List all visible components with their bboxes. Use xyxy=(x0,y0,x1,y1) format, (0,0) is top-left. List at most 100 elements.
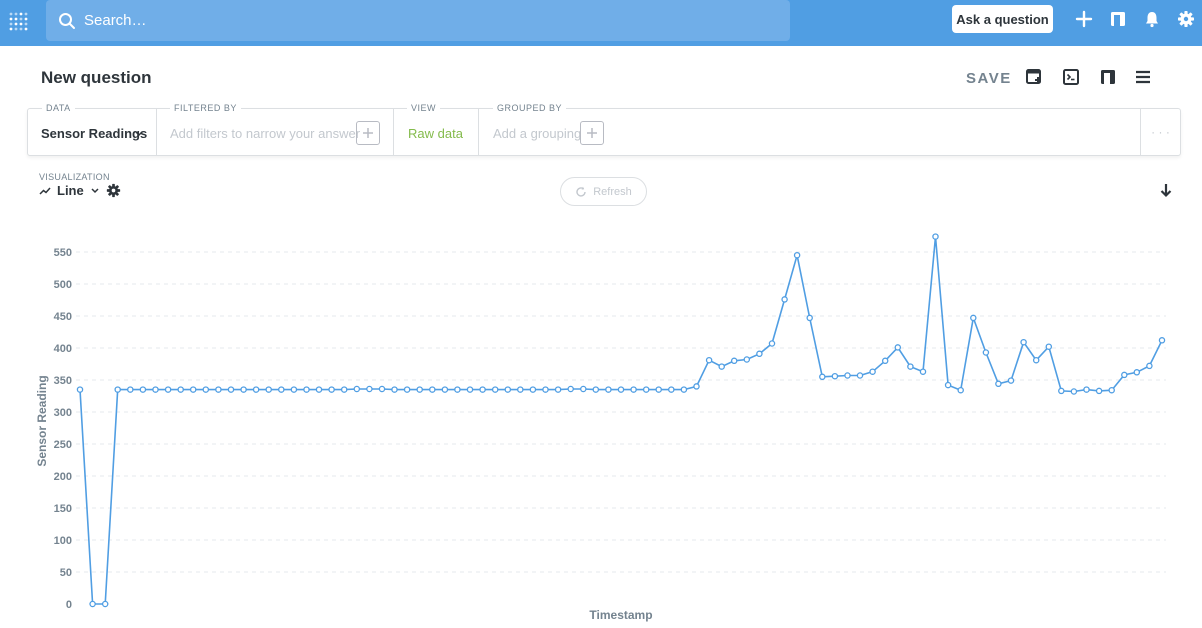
data-point[interactable] xyxy=(856,372,864,379)
visualization-type-selector[interactable]: Line xyxy=(39,183,99,198)
bell-icon[interactable] xyxy=(1143,10,1161,28)
menu-icon[interactable] xyxy=(1134,68,1152,86)
data-point[interactable] xyxy=(152,386,159,393)
data-point[interactable] xyxy=(429,386,436,393)
data-point[interactable] xyxy=(705,356,713,364)
data-point[interactable] xyxy=(781,296,788,303)
data-point[interactable] xyxy=(730,357,738,365)
data-point[interactable] xyxy=(668,386,675,393)
data-point[interactable] xyxy=(881,357,889,365)
more-options-button[interactable]: · · · xyxy=(1141,109,1180,155)
data-point[interactable] xyxy=(1121,371,1128,379)
data-point[interactable] xyxy=(1045,343,1053,350)
data-point[interactable] xyxy=(491,386,499,393)
data-point[interactable] xyxy=(680,386,688,393)
data-point[interactable] xyxy=(1133,369,1141,376)
data-point[interactable] xyxy=(340,386,348,393)
data-point[interactable] xyxy=(567,385,574,393)
data-point[interactable] xyxy=(101,600,109,608)
data-point[interactable] xyxy=(504,386,512,393)
data-point[interactable] xyxy=(756,350,763,358)
data-point[interactable] xyxy=(642,386,650,393)
data-point[interactable] xyxy=(416,386,423,393)
data-point[interactable] xyxy=(957,386,964,394)
data-point[interactable] xyxy=(793,251,801,259)
view-section[interactable]: VIEW Raw data xyxy=(394,103,479,155)
data-point[interactable] xyxy=(303,386,310,393)
data-point[interactable] xyxy=(580,385,587,393)
data-point[interactable] xyxy=(554,386,562,393)
data-point[interactable] xyxy=(328,386,335,393)
metabase-logo-icon[interactable] xyxy=(8,10,30,34)
data-point[interactable] xyxy=(177,386,184,393)
data-point[interactable] xyxy=(718,363,725,370)
data-point[interactable] xyxy=(89,600,96,608)
data-point[interactable] xyxy=(1095,387,1103,395)
filter-section[interactable]: FILTERED BY Add filters to narrow your a… xyxy=(157,103,394,155)
data-point[interactable] xyxy=(278,386,285,393)
data-point[interactable] xyxy=(894,344,902,351)
new-notebook-icon[interactable] xyxy=(1025,68,1043,86)
data-point[interactable] xyxy=(252,386,260,393)
data-point[interactable] xyxy=(215,386,222,393)
data-point[interactable] xyxy=(189,386,197,393)
data-point[interactable] xyxy=(529,386,537,393)
data-point[interactable] xyxy=(240,386,247,393)
add-filter-button[interactable] xyxy=(356,121,380,145)
data-point[interactable] xyxy=(982,349,990,356)
data-point[interactable] xyxy=(1108,386,1115,394)
data-point[interactable] xyxy=(970,314,977,322)
ask-question-button[interactable]: Ask a question xyxy=(952,5,1053,33)
data-point[interactable] xyxy=(617,386,625,393)
add-grouping-button[interactable] xyxy=(580,121,604,145)
data-point[interactable] xyxy=(479,386,486,393)
refresh-button[interactable]: Refresh xyxy=(560,177,647,206)
data-point[interactable] xyxy=(290,386,298,393)
data-point[interactable] xyxy=(1032,356,1040,364)
data-point[interactable] xyxy=(944,381,952,389)
data-point[interactable] xyxy=(403,386,411,393)
data-section[interactable]: DATA Sensor Readings xyxy=(28,103,157,155)
data-point[interactable] xyxy=(1083,386,1090,393)
data-point[interactable] xyxy=(605,386,612,393)
data-point[interactable] xyxy=(831,372,839,380)
data-point[interactable] xyxy=(265,386,272,393)
data-point[interactable] xyxy=(441,386,449,393)
data-point[interactable] xyxy=(517,386,524,393)
download-icon[interactable] xyxy=(1159,183,1173,199)
data-point[interactable] xyxy=(378,385,386,393)
data-point[interactable] xyxy=(806,314,813,322)
data-point[interactable] xyxy=(1158,337,1166,344)
data-point[interactable] xyxy=(366,385,373,393)
grouping-section[interactable]: GROUPED BY Add a grouping xyxy=(479,103,1141,155)
data-point[interactable] xyxy=(114,386,121,393)
data-point[interactable] xyxy=(1070,388,1078,395)
data-point[interactable] xyxy=(315,386,323,393)
data-point[interactable] xyxy=(353,385,361,393)
data-point[interactable] xyxy=(202,386,210,393)
data-point[interactable] xyxy=(844,372,851,379)
data-point[interactable] xyxy=(454,386,461,393)
bookmark-icon[interactable] xyxy=(1109,10,1127,28)
data-point[interactable] xyxy=(1146,362,1153,370)
save-button[interactable]: SAVE xyxy=(966,70,1012,87)
data-point[interactable] xyxy=(819,373,826,381)
data-point[interactable] xyxy=(466,386,474,393)
gear-icon[interactable] xyxy=(1177,10,1195,28)
data-point[interactable] xyxy=(76,386,84,393)
data-point[interactable] xyxy=(139,386,147,393)
visualization-settings-gear-icon[interactable] xyxy=(106,183,121,198)
data-point[interactable] xyxy=(655,386,662,393)
data-point[interactable] xyxy=(768,340,776,347)
data-point[interactable] xyxy=(592,386,600,393)
data-point[interactable] xyxy=(693,383,700,390)
data-point[interactable] xyxy=(227,386,235,393)
data-point[interactable] xyxy=(164,386,172,393)
data-point[interactable] xyxy=(932,233,939,240)
data-point[interactable] xyxy=(1058,387,1065,395)
data-point[interactable] xyxy=(869,368,876,375)
data-point[interactable] xyxy=(1020,338,1027,346)
data-point[interactable] xyxy=(127,386,134,393)
data-point[interactable] xyxy=(542,386,549,393)
bookmark-icon[interactable] xyxy=(1099,68,1117,86)
